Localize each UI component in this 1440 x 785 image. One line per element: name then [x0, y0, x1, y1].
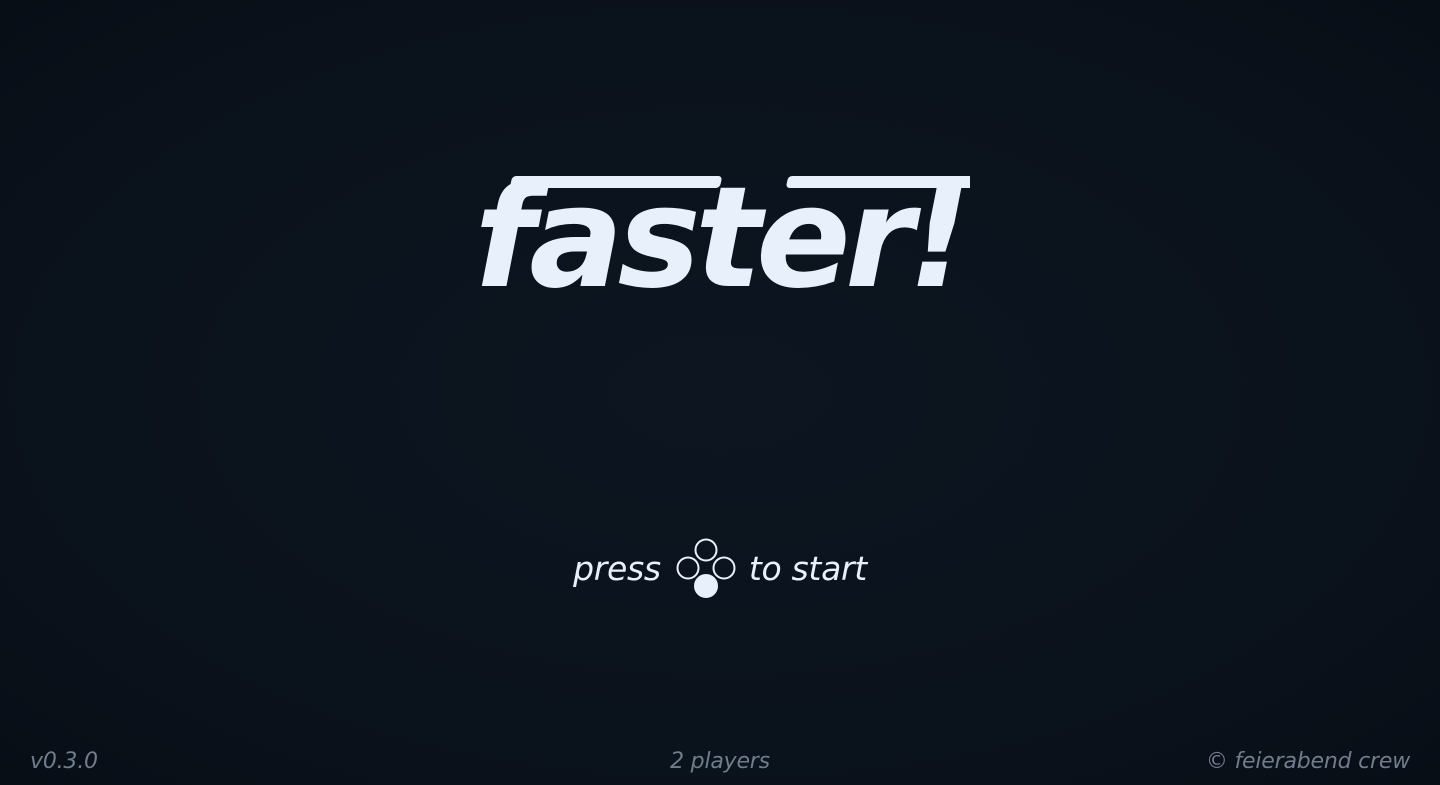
credits-label: © feierabend crew: [1205, 749, 1410, 774]
prompt-press-label: press: [573, 548, 661, 588]
prompt-to-start-label: to start: [748, 548, 867, 588]
title-screen[interactable]: faster! press to start v0.3.0 2 players …: [0, 0, 1440, 785]
start-prompt: press to start: [0, 536, 1440, 600]
gamepad-face-buttons-bottom-icon: [673, 536, 739, 600]
logo-text: faster!: [474, 168, 965, 298]
game-logo: faster!: [470, 168, 970, 298]
